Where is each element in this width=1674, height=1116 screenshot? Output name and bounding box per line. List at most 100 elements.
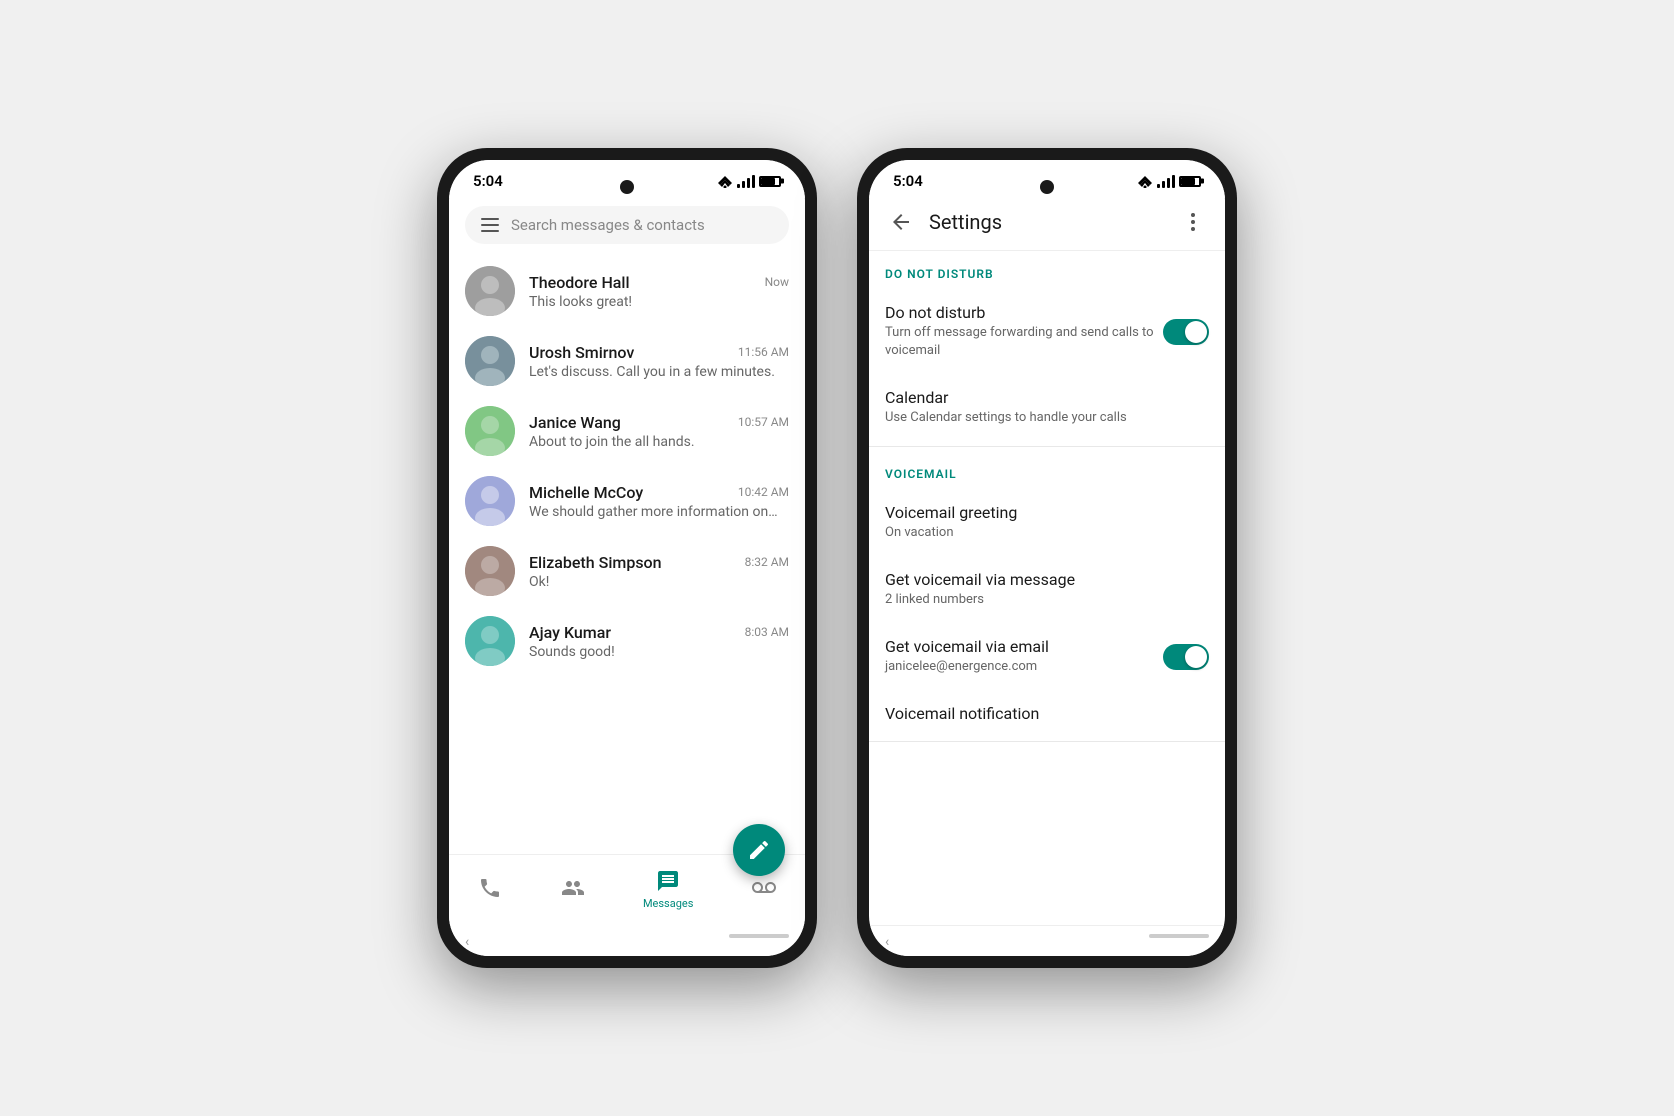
back-nav[interactable]: ‹	[465, 934, 469, 950]
contact-time: 10:42 AM	[738, 485, 789, 499]
avatar	[465, 546, 515, 596]
contact-message: This looks great!	[529, 294, 789, 310]
settings-item-title-vm-notification: Voicemail notification	[885, 704, 1209, 723]
settings-item-content-vm-notification: Voicemail notification	[885, 704, 1209, 723]
avatar-img	[465, 406, 515, 456]
back-button[interactable]	[885, 206, 917, 238]
contact-time: 10:57 AM	[738, 415, 789, 429]
contact-info: Elizabeth Simpson 8:32 AM Ok!	[529, 553, 789, 590]
status-time-2: 5:04	[893, 172, 923, 190]
section-header-voicemail: VOICEMAIL	[869, 451, 1225, 489]
nav-item-contacts[interactable]	[549, 872, 597, 908]
hamburger-icon[interactable]	[481, 218, 499, 232]
settings-item-title-calendar: Calendar	[885, 388, 1209, 407]
settings-item-content-calendar: Calendar Use Calendar settings to handle…	[885, 388, 1209, 427]
settings-item-subtitle-vm-email: janicelee@energence.com	[885, 658, 1163, 676]
avatar	[465, 406, 515, 456]
vm-email-toggle[interactable]	[1163, 644, 1209, 670]
contact-message: Ok!	[529, 574, 789, 590]
contact-item[interactable]: Urosh Smirnov 11:56 AM Let's discuss. Ca…	[449, 326, 805, 396]
contact-name: Urosh Smirnov	[529, 343, 634, 362]
contact-name: Theodore Hall	[529, 273, 630, 292]
signal-icon-2	[1157, 174, 1175, 188]
settings-item-title-vm-email: Get voicemail via email	[885, 637, 1163, 656]
home-indicator-1: ‹	[449, 926, 805, 956]
edit-icon	[747, 838, 771, 862]
more-options-button[interactable]	[1177, 206, 1209, 238]
phone-nav-icon	[478, 876, 502, 900]
section-divider-2	[869, 741, 1225, 742]
contact-item[interactable]: Michelle McCoy 10:42 AM We should gather…	[449, 466, 805, 536]
settings-item-dnd[interactable]: Do not disturb Turn off message forwardi…	[869, 289, 1225, 374]
back-arrow-icon	[889, 210, 913, 234]
toggle-knob-vm-email	[1185, 646, 1207, 668]
contact-info: Janice Wang 10:57 AM About to join the a…	[529, 413, 789, 450]
nav-item-phone[interactable]	[466, 872, 514, 908]
avatar-img	[465, 336, 515, 386]
contacts-nav-icon	[561, 876, 585, 900]
contact-item[interactable]: Elizabeth Simpson 8:32 AM Ok!	[449, 536, 805, 606]
status-time-1: 5:04	[473, 172, 503, 190]
section-header-dnd: DO NOT DISTURB	[869, 251, 1225, 289]
settings-item-vm-message[interactable]: Get voicemail via message 2 linked numbe…	[869, 556, 1225, 623]
search-placeholder[interactable]: Search messages & contacts	[511, 216, 773, 234]
phone-messages: 5:04	[437, 148, 817, 968]
status-icons-1	[717, 174, 781, 188]
contact-time: Now	[765, 275, 789, 289]
contact-info: Ajay Kumar 8:03 AM Sounds good!	[529, 623, 789, 660]
more-vert-icon	[1181, 210, 1205, 234]
settings-item-title-dnd: Do not disturb	[885, 303, 1163, 322]
contact-name: Elizabeth Simpson	[529, 553, 662, 572]
settings-item-subtitle-vm-greeting: On vacation	[885, 524, 1209, 542]
nav-label-messages: Messages	[643, 897, 693, 910]
settings-item-vm-email[interactable]: Get voicemail via email janicelee@energe…	[869, 623, 1225, 690]
contact-item[interactable]: Janice Wang 10:57 AM About to join the a…	[449, 396, 805, 466]
wifi-icon-2	[1137, 174, 1153, 188]
settings-item-vm-notification[interactable]: Voicemail notification	[869, 690, 1225, 737]
contact-name: Ajay Kumar	[529, 623, 611, 642]
avatar	[465, 616, 515, 666]
avatar-img	[465, 546, 515, 596]
settings-item-subtitle-calendar: Use Calendar settings to handle your cal…	[885, 409, 1209, 427]
settings-item-title-vm-greeting: Voicemail greeting	[885, 503, 1209, 522]
contact-info: Theodore Hall Now This looks great!	[529, 273, 789, 310]
nav-item-voicemail[interactable]	[740, 872, 788, 908]
contact-message: We should gather more information on…	[529, 504, 789, 520]
contact-item[interactable]: Theodore Hall Now This looks great!	[449, 256, 805, 326]
home-pill	[729, 934, 789, 938]
messages-nav-icon	[656, 869, 680, 893]
battery-icon-2	[1179, 176, 1201, 187]
camera-dot	[620, 180, 634, 194]
status-bar-1: 5:04	[449, 160, 805, 198]
search-bar[interactable]: Search messages & contacts	[465, 206, 789, 244]
contact-name: Janice Wang	[529, 413, 621, 432]
contact-time: 8:32 AM	[745, 555, 789, 569]
signal-icon	[737, 174, 755, 188]
nav-item-messages[interactable]: Messages	[631, 865, 705, 914]
avatar	[465, 336, 515, 386]
avatar-img	[465, 476, 515, 526]
wifi-icon	[717, 174, 733, 188]
contact-message: Let's discuss. Call you in a few minutes…	[529, 364, 789, 380]
settings-item-calendar[interactable]: Calendar Use Calendar settings to handle…	[869, 374, 1225, 441]
contact-list: Theodore Hall Now This looks great!	[449, 256, 805, 854]
dnd-toggle[interactable]	[1163, 319, 1209, 345]
settings-item-content-dnd: Do not disturb Turn off message forwardi…	[885, 303, 1163, 360]
home-indicator-2: ‹	[869, 925, 1225, 956]
contact-info: Michelle McCoy 10:42 AM We should gather…	[529, 483, 789, 520]
back-nav-2[interactable]: ‹	[885, 934, 889, 950]
battery-icon	[759, 176, 781, 187]
settings-item-vm-greeting[interactable]: Voicemail greeting On vacation	[869, 489, 1225, 556]
settings-item-content-vm-greeting: Voicemail greeting On vacation	[885, 503, 1209, 542]
contact-message: Sounds good!	[529, 644, 789, 660]
contact-info: Urosh Smirnov 11:56 AM Let's discuss. Ca…	[529, 343, 789, 380]
home-pill-2	[1149, 934, 1209, 938]
avatar	[465, 266, 515, 316]
compose-fab[interactable]	[733, 824, 785, 876]
settings-header: Settings	[869, 198, 1225, 251]
contact-item[interactable]: Ajay Kumar 8:03 AM Sounds good!	[449, 606, 805, 676]
settings-item-title-vm-message: Get voicemail via message	[885, 570, 1209, 589]
avatar-img	[465, 266, 515, 316]
status-icons-2	[1137, 174, 1201, 188]
settings-item-content-vm-message: Get voicemail via message 2 linked numbe…	[885, 570, 1209, 609]
